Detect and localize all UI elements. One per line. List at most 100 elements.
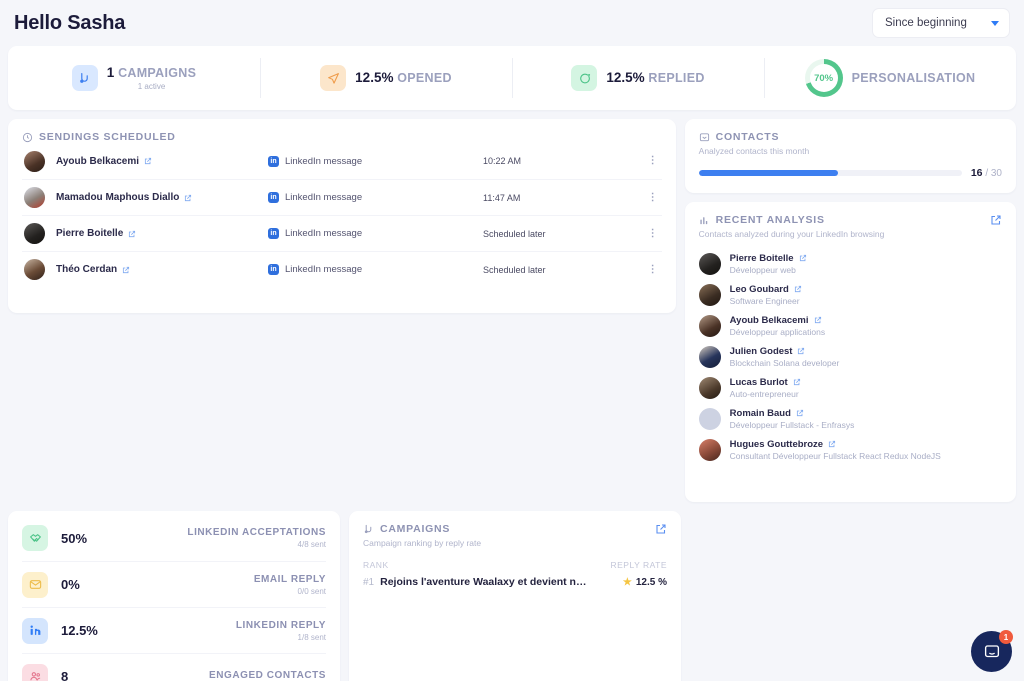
row-menu-button[interactable]: ⋮ [646,192,660,202]
kpi-personalisation[interactable]: 70% PERSONALISATION [764,56,1016,100]
row-menu-button[interactable]: ⋮ [646,264,660,274]
kpi-replied-label: REPLIED [648,71,705,86]
avatar [698,438,721,461]
contact-role: Software Engineer [729,295,800,306]
kpi-campaigns-value: 1 [106,65,115,81]
list-item[interactable]: Lucas Burlot Auto-entrepreneur [698,372,1002,403]
metric-email-reply[interactable]: 0% EMAIL REPLY 0/0 sent [22,561,326,607]
people-icon [22,663,48,681]
row-menu-button[interactable]: ⋮ [646,156,660,166]
kpi-opened-value: 12.5% [355,70,394,86]
avatar [698,345,721,368]
sendings-header: SENDINGS SCHEDULED [22,131,662,143]
linkedin-icon [22,617,48,644]
contacts-title: CONTACTS [715,131,780,143]
period-select[interactable]: Since beginning [872,8,1010,38]
external-link-icon[interactable] [184,194,192,202]
recent-analysis-list: Pierre Boitelle Développeur web Leo Goub… [698,248,1002,465]
list-item[interactable]: Ayoub Belkacemi Développeur applications [698,310,1002,341]
external-link-icon[interactable] [128,230,136,238]
list-item[interactable]: Julien Godest Blockchain Solana develope… [698,341,1002,372]
contact-role: Développeur Fullstack - Enfrasys [729,419,855,430]
kpi-personalisation-value: 70% [814,72,834,84]
avatar [698,252,721,275]
progress-track [698,170,962,176]
row-menu-button[interactable]: ⋮ [646,228,660,238]
kpi-opened-label: OPENED [397,71,452,86]
sendings-list: Ayoub Belkacemi in LinkedIn message 10:2… [22,143,662,287]
kpi-replied-value: 12.5% [606,70,645,86]
sendings-time: Scheduled later [483,228,546,239]
chat-badge: 1 [999,630,1013,644]
linkedin-icon: in [268,228,279,239]
campaign-rank: #1 [363,576,375,588]
chat-widget-button[interactable]: 1 [971,630,1013,672]
list-item[interactable]: Leo Goubard Software Engineer [698,279,1002,310]
contact-name: Hugues Gouttebroze [730,439,941,450]
contacts-header: CONTACTS [699,131,1002,143]
sendings-type: in LinkedIn message [268,228,483,239]
recent-analysis-panel: RECENT ANALYSIS Contacts analyzed during… [684,202,1016,502]
open-external-icon[interactable] [655,523,667,535]
external-link-icon[interactable] [814,316,822,324]
content-row-1: SENDINGS SCHEDULED Ayoub Belkacemi in Li… [8,119,1016,502]
external-link-icon[interactable] [799,254,807,262]
metric-value: 8 [61,669,69,681]
send-icon [320,65,347,91]
avatar [698,407,721,430]
metric-label: EMAIL REPLY [253,573,326,585]
recent-analysis-subtitle: Contacts analyzed during your LinkedIn b… [698,229,885,239]
kpi-opened[interactable]: 12.5% OPENED [260,56,512,100]
metric-engaged-contacts[interactable]: 8 ENGAGED CONTACTS [22,653,326,681]
external-link-icon[interactable] [144,157,152,165]
metric-value: 12.5% [61,623,98,638]
kpi-personalisation-label: PERSONALISATION [851,70,976,85]
kpi-campaigns[interactable]: 1 CAMPAIGNS 1 active [8,56,260,100]
external-link-icon[interactable] [794,285,802,293]
sendings-title: SENDINGS SCHEDULED [39,131,176,143]
external-link-icon[interactable] [828,440,836,448]
campaign-rate: ★ 12.5 % [622,576,667,588]
metric-linkedin-acceptations[interactable]: 50% LINKEDIN ACCEPTATIONS 4/8 sent [22,515,326,561]
metric-value: 0% [61,577,80,592]
bar-chart-icon [699,215,710,226]
contact-card-icon [699,132,710,143]
kpi-campaigns-label: CAMPAIGNS [118,66,197,81]
contact-name: Ayoub Belkacemi [730,315,825,326]
sendings-type: in LinkedIn message [268,155,483,167]
list-item[interactable]: Hugues Gouttebroze Consultant Développeu… [698,434,1002,465]
avatar [24,187,45,208]
campaign-icon [71,65,98,91]
avatar [24,150,45,172]
kpi-replied[interactable]: 12.5% REPLIED [512,56,764,100]
avatar [698,314,721,337]
table-row[interactable]: Pierre Boitelle in LinkedIn message Sche… [22,215,662,251]
list-item[interactable]: Romain Baud Développeur Fullstack - Enfr… [698,403,1002,434]
sendings-name: Mamadou Maphous Diallo [56,192,268,203]
campaigns-title: CAMPAIGNS [380,523,451,535]
external-link-icon[interactable] [793,378,801,386]
metric-label: ENGAGED CONTACTS [209,670,326,681]
open-external-icon[interactable] [990,214,1002,226]
metric-linkedin-reply[interactable]: 12.5% LINKEDIN REPLY 1/8 sent [22,607,326,653]
left-column-1: SENDINGS SCHEDULED Ayoub Belkacemi in Li… [8,119,676,502]
campaigns-col-rate: REPLY RATE [610,560,667,570]
list-item[interactable]: Pierre Boitelle Développeur web [698,248,1002,279]
contact-role: Auto-entrepreneur [729,388,799,399]
campaigns-header: CAMPAIGNS Campaign ranking by reply rate [363,523,667,548]
sendings-time: 11:47 AM [483,192,521,203]
dashboard-page: Hello Sasha Since beginning 1 CAMPAIGNS … [0,0,1024,681]
table-row[interactable]: Ayoub Belkacemi in LinkedIn message 10:2… [22,143,662,179]
period-select-value: Since beginning [885,17,967,29]
external-link-icon[interactable] [796,409,804,417]
external-link-icon[interactable] [122,266,130,274]
kpi-campaigns-sub: 1 active [137,81,166,91]
metric-value: 50% [61,530,88,546]
table-row[interactable]: Mamadou Maphous Diallo in LinkedIn messa… [22,179,662,215]
table-row[interactable]: #1 Rejoins l'aventure Waalaxy et devient… [363,576,667,588]
envelope-icon [22,571,48,598]
table-row[interactable]: Théo Cerdan in LinkedIn message Schedule… [22,251,662,287]
avatar [698,376,721,399]
kpi-strip: 1 CAMPAIGNS 1 active 12.5% OPENED 12.5% … [8,46,1016,110]
external-link-icon[interactable] [797,347,805,355]
